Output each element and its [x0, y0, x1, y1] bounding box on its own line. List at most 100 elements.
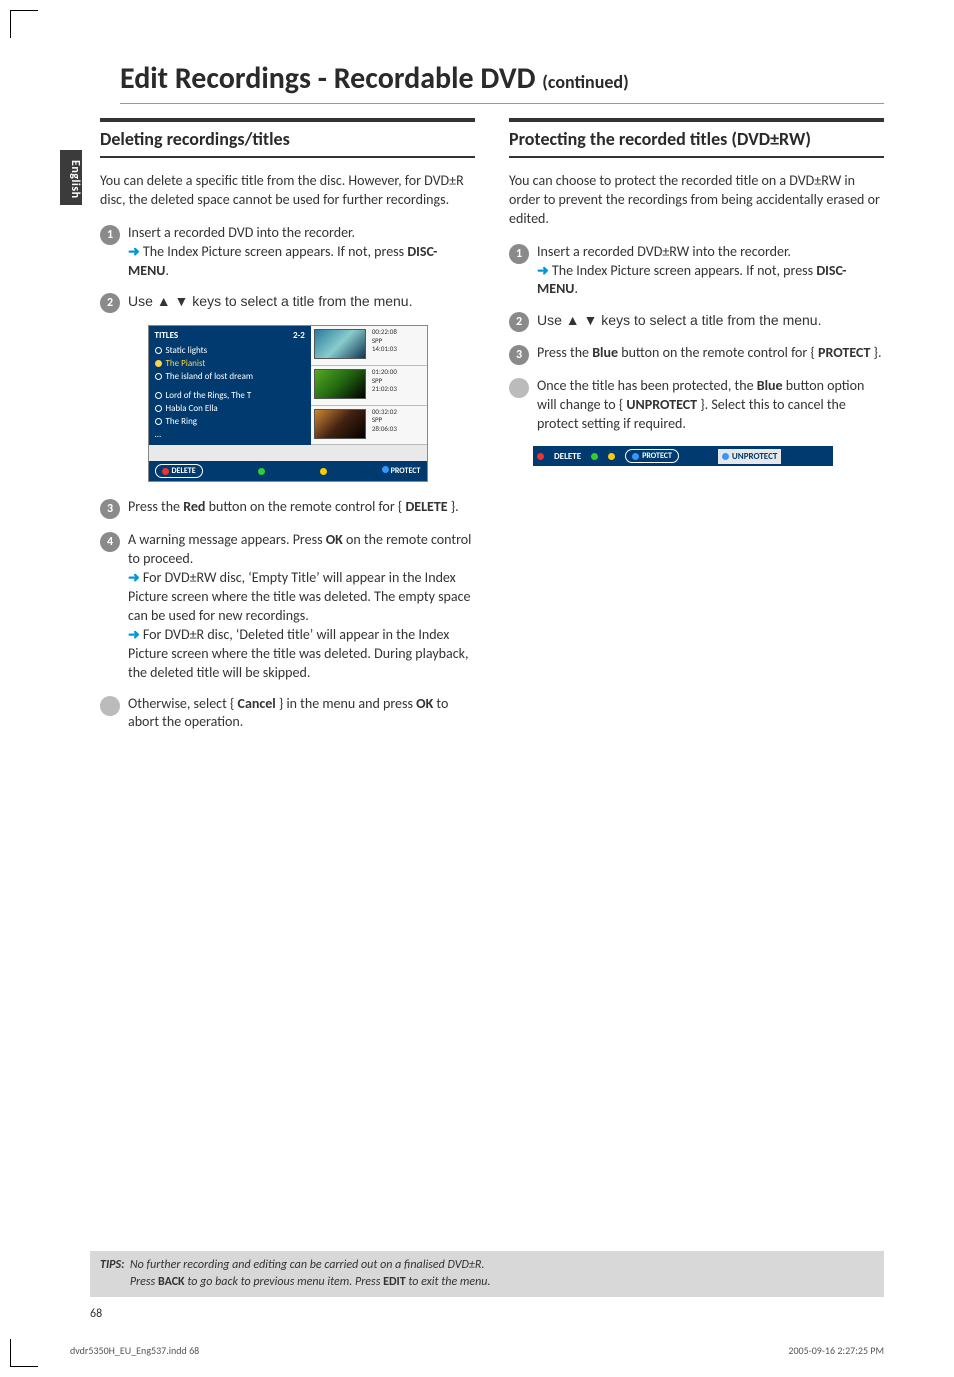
cancel-label: Cancel: [238, 695, 276, 712]
pstep3-a: Press the: [537, 344, 592, 361]
title-rule: [120, 103, 884, 104]
section-title-protect: Protecting the recorded titles (DVD±RW): [509, 126, 884, 158]
delete-step-4: 4 A warning message appears. Press OK on…: [100, 531, 475, 682]
title-item-label: ...: [155, 429, 162, 440]
bullet-icon: [100, 696, 120, 716]
step-number-1-icon: 1: [100, 225, 120, 245]
title-marker-icon: [155, 360, 162, 367]
tips-line2-c: to exit the menu.: [406, 1275, 491, 1289]
delete-step-2: 2 Use ▲ ▼ keys to select a title from th…: [100, 292, 475, 313]
blue-led-icon: [722, 453, 729, 460]
step4-r: For DVD±R disc, ‘Deleted title’ will app…: [128, 626, 469, 681]
delete-step-1: 1 Insert a recorded DVD into the recorde…: [100, 224, 475, 281]
step3-c: }.: [448, 498, 459, 515]
titles-pane: TITLES 2-2 Static lights The Pianist The…: [149, 326, 311, 445]
step3-a: Press the: [128, 498, 183, 515]
thumbnail-image: [314, 329, 366, 359]
thumbnail-pane: 00:22:08SPP14:01:03 01:20:00SPP21:02:03 …: [311, 326, 427, 445]
back-label: BACK: [158, 1275, 185, 1289]
unprotect-chip: UNPROTECT: [718, 449, 781, 464]
protect-step-1: 1 Insert a recorded DVD±RW into the reco…: [509, 243, 884, 300]
arrow-icon: ➜: [128, 569, 140, 586]
thumb-date: 14:01:03: [372, 345, 397, 353]
step-number-2-icon: 2: [509, 312, 529, 332]
delete-step1-result-b: .: [165, 262, 169, 279]
footer-file: dvdr5350H_EU_Eng537.indd 68: [70, 1344, 199, 1357]
protect-label-group: PROTECT: [382, 466, 421, 476]
pbullet-a: Once the title has been protected, the: [537, 377, 757, 394]
footer-timestamp: 2005-09-16 2:27:25 PM: [788, 1344, 884, 1357]
pstep3-c: }.: [870, 344, 881, 361]
page-title-main: Edit Recordings - Recordable DVD: [120, 60, 542, 97]
right-column: Protecting the recorded titles (DVD±RW) …: [509, 118, 884, 744]
delete-intro: You can delete a specific title from the…: [100, 172, 475, 210]
title-marker-icon: [155, 347, 162, 354]
protect-label: PROTECT: [391, 466, 421, 476]
protect-step1-text: Insert a recorded DVD±RW into the record…: [537, 243, 791, 260]
blue-led-icon: [382, 466, 389, 473]
unprotect-label: UNPROTECT: [626, 396, 697, 413]
bullet-icon: [509, 378, 529, 398]
strip-delete-label: DELETE: [554, 451, 581, 462]
bullet-a: Otherwise, select {: [128, 695, 238, 712]
step4-rw: For DVD±RW disc, ‘Empty Title’ will appe…: [128, 569, 471, 624]
section-bar: [509, 118, 884, 122]
page-number: 68: [90, 1307, 102, 1321]
page-title-continued: (continued): [542, 71, 628, 93]
protect-label: PROTECT: [818, 344, 870, 361]
arrow-icon: ➜: [128, 243, 140, 260]
delete-step2-text: Use ▲ ▼ keys to select a title from the …: [128, 292, 475, 311]
title-item-label: Habla Con Ella: [166, 403, 218, 414]
step3-b: button on the remote control for {: [205, 498, 405, 515]
crop-mark-top-left: [10, 10, 38, 38]
yellow-led-icon: [320, 468, 327, 475]
step-number-1-icon: 1: [509, 244, 529, 264]
section-bar: [100, 118, 475, 122]
bullet-b: } in the menu and press: [276, 695, 416, 712]
protect-intro: You can choose to protect the recorded t…: [509, 172, 884, 229]
blue-led-icon: [632, 453, 639, 460]
protect-step-2: 2 Use ▲ ▼ keys to select a title from th…: [509, 311, 884, 332]
edit-label: EDIT: [383, 1275, 406, 1289]
delete-step1-text: Insert a recorded DVD into the recorder.: [128, 224, 355, 241]
title-item-label: The Pianist: [166, 358, 206, 369]
blue-button-label: Blue: [592, 344, 618, 361]
title-item-label: Lord of the Rings, The T: [166, 390, 252, 401]
title-item-label: The island of lost dream: [166, 371, 254, 382]
strip-unprotect-label: UNPROTECT: [732, 451, 777, 462]
left-column: Deleting recordings/titles You can delet…: [100, 118, 475, 744]
protect-pill: PROTECT: [625, 449, 679, 463]
page-title: Edit Recordings - Recordable DVD (contin…: [120, 60, 884, 97]
ok-label: OK: [416, 695, 433, 712]
tips-box: TIPS: No further recording and editing c…: [90, 1251, 884, 1297]
title-marker-icon: [155, 392, 162, 399]
blue-button-label: Blue: [757, 377, 783, 394]
title-item-label: The Ring: [166, 416, 198, 427]
protect-step1-result-b: .: [574, 280, 578, 297]
thumbnail-image: [314, 409, 366, 439]
titles-header-label: TITLES: [155, 330, 179, 341]
titles-header-count: 2-2: [293, 330, 305, 341]
thumbnail-image: [314, 369, 366, 399]
step-number-4-icon: 4: [100, 532, 120, 552]
protect-step2-text: Use ▲ ▼ keys to select a title from the …: [537, 311, 884, 330]
step4-a: A warning message appears. Press: [128, 531, 326, 548]
pstep3-b: button on the remote control for {: [618, 344, 818, 361]
protect-step1-result-a: The Index Picture screen appears. If not…: [549, 262, 817, 279]
thumb-date: 28:06:03: [372, 425, 397, 433]
title-marker-icon: [155, 373, 162, 380]
tips-line2-a: Press: [130, 1275, 158, 1289]
green-led-icon: [258, 468, 265, 475]
step-number-2-icon: 2: [100, 293, 120, 313]
yellow-led-icon: [608, 453, 615, 460]
tips-label: TIPS:: [100, 1258, 124, 1272]
tips-line2-b: to go back to previous menu item. Press: [185, 1275, 383, 1289]
ok-label: OK: [326, 531, 343, 548]
index-action-bar: DELETE PROTECT: [149, 461, 427, 481]
title-item-label: Static lights: [166, 345, 208, 356]
tips-line1: No further recording and editing can be …: [130, 1258, 485, 1272]
arrow-icon: ➜: [537, 262, 549, 279]
language-tab: English: [60, 150, 82, 205]
delete-pill-label: DELETE: [172, 466, 196, 476]
green-led-icon: [591, 453, 598, 460]
